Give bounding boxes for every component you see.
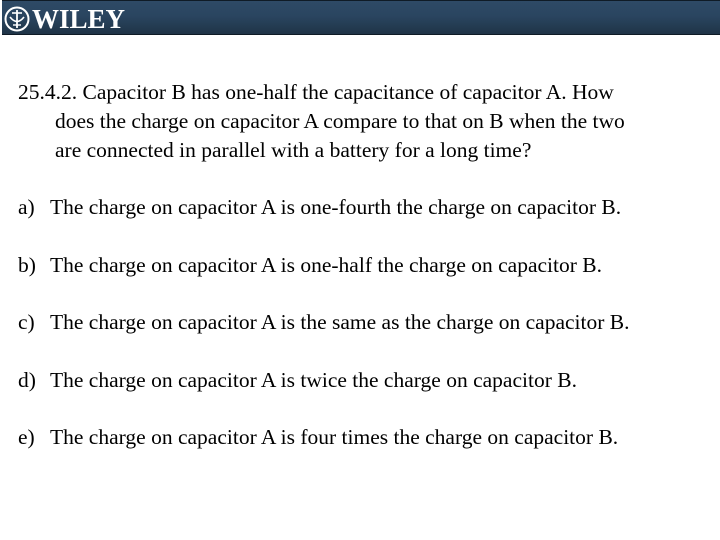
question-text: 25.4.2. Capacitor B has one-half the cap… (18, 78, 708, 165)
wiley-logo: WILEY (2, 2, 125, 35)
option-letter: c) (18, 310, 35, 334)
question-line: does the charge on capacitor A compare t… (55, 109, 625, 133)
answer-option-e[interactable]: e) The charge on capacitor A is four time… (18, 423, 618, 451)
option-text: The charge on capacitor A is one-half th… (50, 253, 603, 277)
option-text: The charge on capacitor A is four times … (50, 425, 619, 449)
option-text: The charge on capacitor A is twice the c… (50, 368, 577, 392)
option-text: The charge on capacitor A is one-fourth … (50, 195, 622, 219)
answer-option-c[interactable]: c) The charge on capacitor A is the same … (18, 308, 629, 336)
answer-option-a[interactable]: a) The charge on capacitor A is one-fourt… (18, 193, 621, 221)
option-letter: e) (18, 425, 35, 449)
option-letter: b) (18, 253, 36, 277)
option-letter: a) (18, 195, 35, 219)
wiley-seal-icon (4, 6, 30, 31)
question-line: are connected in parallel with a battery… (55, 138, 532, 162)
logo-text: WILEY (32, 3, 126, 34)
answer-option-b[interactable]: b) The charge on capacitor A is one-half … (18, 251, 602, 279)
option-text: The charge on capacitor A is the same as… (50, 310, 630, 334)
question-line: 25.4.2. Capacitor B has one-half the cap… (18, 80, 614, 104)
header-bar: WILEY (2, 0, 720, 35)
option-letter: d) (18, 368, 36, 392)
answer-option-d[interactable]: d) The charge on capacitor A is twice the… (18, 366, 577, 394)
